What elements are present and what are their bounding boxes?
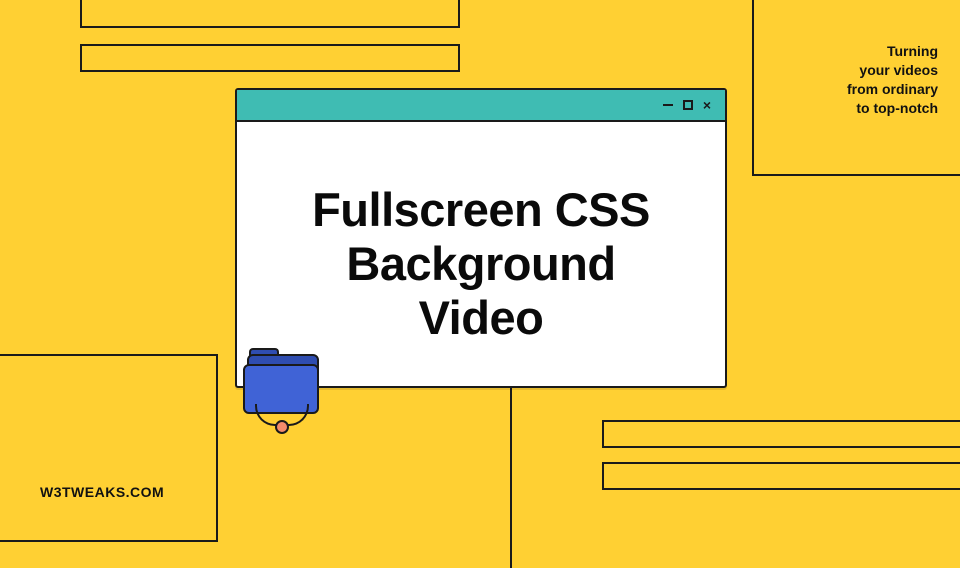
close-icon: × <box>703 98 711 112</box>
decoration-bar <box>80 44 460 72</box>
tagline-line: from ordinary <box>773 80 938 99</box>
headline: Fullscreen CSS Background Video <box>312 183 650 345</box>
window-body: Fullscreen CSS Background Video <box>237 122 725 386</box>
decoration-rect <box>0 354 218 542</box>
decoration-line <box>510 388 512 568</box>
headline-line: Video <box>312 291 650 345</box>
tagline-line: Turning <box>773 42 938 61</box>
folder-dot-icon <box>275 420 289 434</box>
headline-line: Fullscreen CSS <box>312 183 650 237</box>
site-label: W3TWEAKS.COM <box>40 484 164 500</box>
headline-line: Background <box>312 237 650 291</box>
tagline-line: your videos <box>773 61 938 80</box>
browser-window: × Fullscreen CSS Background Video <box>235 88 727 388</box>
folder-icon <box>243 348 333 433</box>
tagline: Turning your videos from ordinary to top… <box>773 42 938 118</box>
decoration-bar <box>602 462 960 490</box>
minimize-icon <box>663 104 673 106</box>
tagline-line: to top-notch <box>773 99 938 118</box>
decoration-bar <box>602 420 960 448</box>
decoration-bar <box>80 0 460 28</box>
maximize-icon <box>683 100 693 110</box>
window-titlebar: × <box>237 90 725 122</box>
